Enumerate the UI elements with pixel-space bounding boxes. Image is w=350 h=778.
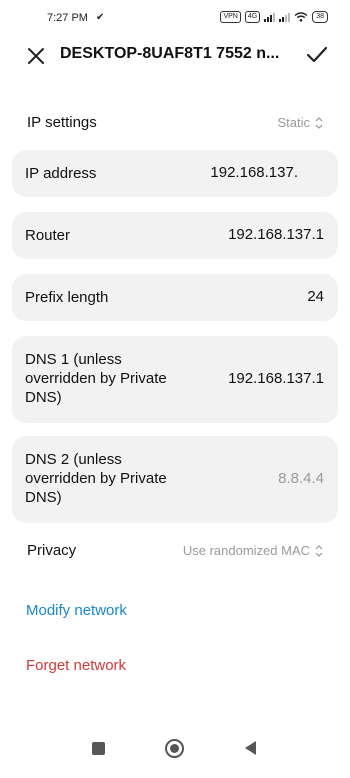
close-icon[interactable] xyxy=(24,44,48,68)
confirm-check-icon[interactable] xyxy=(304,42,330,68)
ip-settings-selected: Static xyxy=(277,115,310,130)
network-title: DESKTOP-8UAF8T1 7552 n... xyxy=(60,45,280,62)
ip-settings-value[interactable]: Static xyxy=(277,115,324,130)
vpn-icon: VPN xyxy=(220,11,241,23)
lte-icon: 4G xyxy=(244,11,261,23)
router-value[interactable]: 192.168.137.1 xyxy=(228,226,324,243)
forget-network-link[interactable]: Forget network xyxy=(26,657,126,674)
ip-settings-row[interactable]: IP settings Static xyxy=(0,102,350,142)
prefix-length-value[interactable]: 24 xyxy=(307,288,324,305)
router-label: Router xyxy=(25,227,71,244)
dns1-field[interactable]: DNS 1 (unless overridden by Private DNS)… xyxy=(12,336,338,423)
updown-chevron-icon xyxy=(315,544,323,557)
prefix-length-field[interactable]: Prefix length 24 xyxy=(12,274,338,321)
signal-icon xyxy=(264,12,276,22)
privacy-value[interactable]: Use randomized MAC xyxy=(183,543,324,558)
signal-icon-2 xyxy=(279,12,291,22)
prefix-length-label: Prefix length xyxy=(25,289,109,306)
recent-apps-icon[interactable] xyxy=(92,742,105,755)
dns1-value[interactable]: 192.168.137.1 xyxy=(228,370,324,387)
battery-icon: 38 xyxy=(312,11,328,23)
dns1-label: DNS 1 (unless overridden by Private DNS) xyxy=(25,351,167,406)
modify-network-link[interactable]: Modify network xyxy=(26,602,127,619)
ip-address-value[interactable]: 192.168.137. xyxy=(210,164,298,181)
updown-chevron-icon xyxy=(315,116,323,129)
dns2-field[interactable]: DNS 2 (unless overridden by Private DNS)… xyxy=(12,436,338,523)
home-icon[interactable] xyxy=(165,739,184,758)
back-icon[interactable] xyxy=(245,741,256,755)
status-icons: VPN 4G 38 xyxy=(220,11,328,23)
privacy-label: Privacy xyxy=(27,542,77,559)
wifi-icon xyxy=(294,12,308,22)
privacy-row[interactable]: Privacy Use randomized MAC xyxy=(0,530,350,570)
dns2-value[interactable]: 8.8.4.4 xyxy=(278,470,324,487)
status-check-icon: ✔ xyxy=(96,12,105,23)
privacy-selected: Use randomized MAC xyxy=(182,543,310,558)
navigation-bar xyxy=(0,722,350,778)
top-bar: DESKTOP-8UAF8T1 7552 n... xyxy=(0,36,350,76)
status-time: 7:27 PM xyxy=(47,12,88,24)
dns2-label: DNS 2 (unless overridden by Private DNS) xyxy=(25,451,167,506)
ip-address-field[interactable]: IP address 192.168.137. xyxy=(12,150,338,197)
status-bar: 7:27 PM ✔ VPN 4G 38 xyxy=(0,0,350,36)
router-field[interactable]: Router 192.168.137.1 xyxy=(12,212,338,259)
ip-address-label: IP address xyxy=(25,165,97,182)
ip-settings-label: IP settings xyxy=(27,114,97,131)
